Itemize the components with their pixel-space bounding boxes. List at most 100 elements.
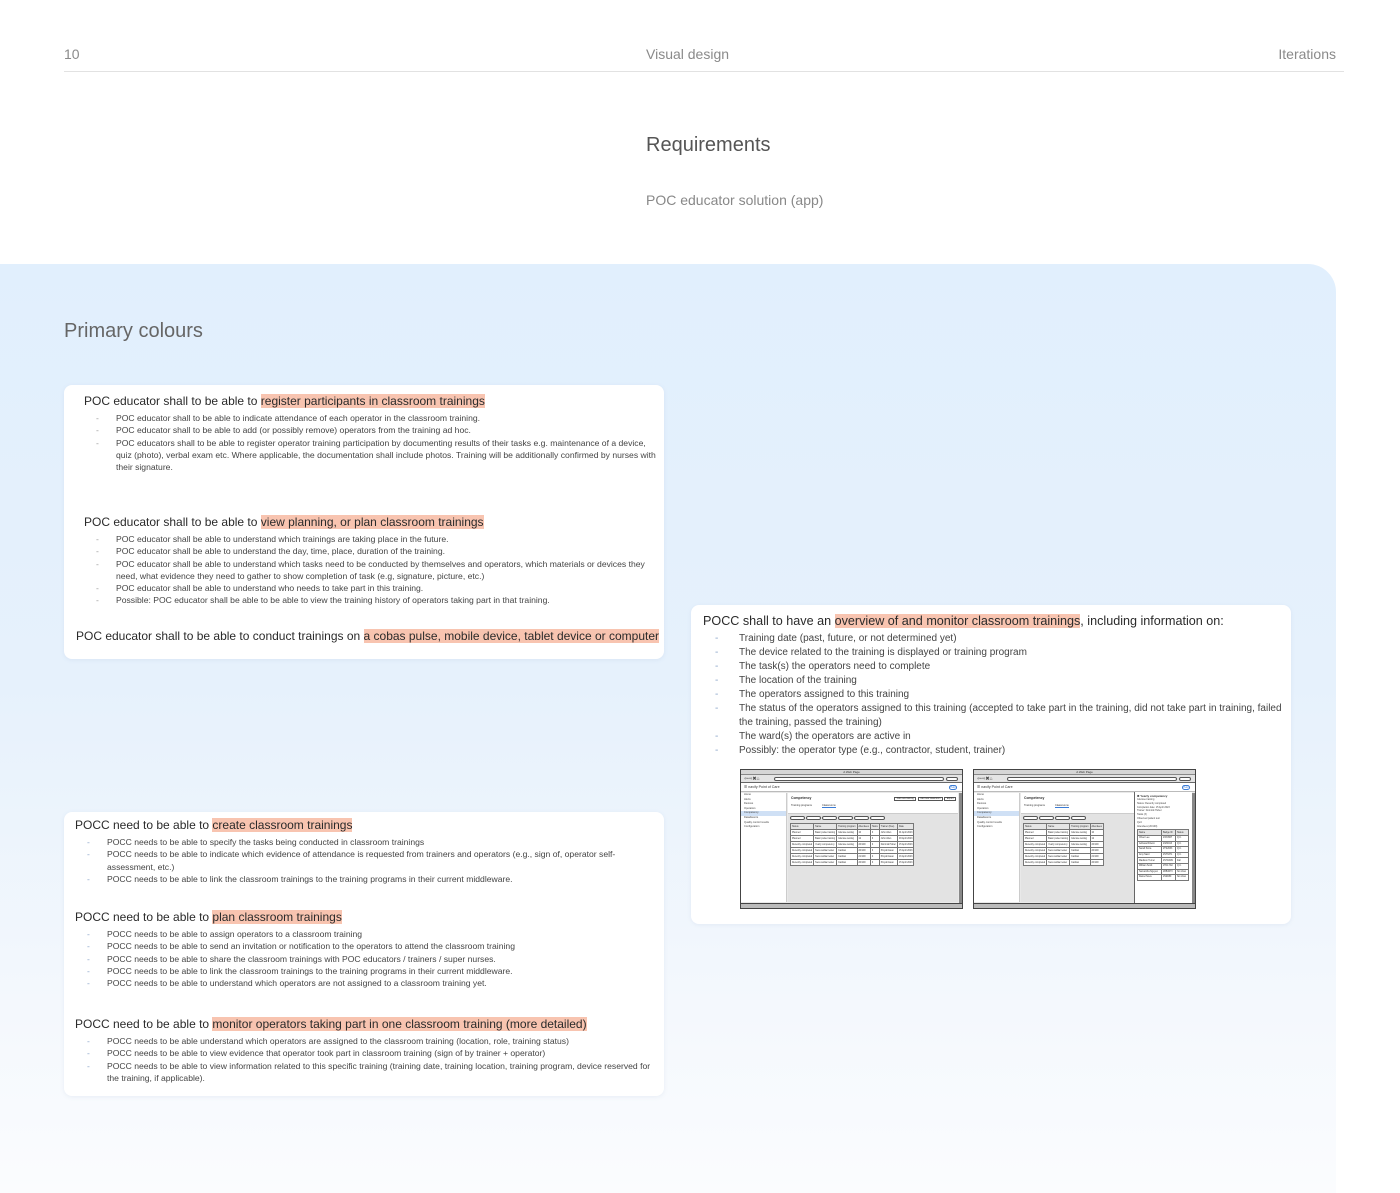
list-item: POCC needs to be able to view informatio… <box>75 1060 660 1085</box>
list-item: POCC needs to be able to assign operator… <box>75 928 660 941</box>
requirement-section: POC educator shall to be able to conduct… <box>76 628 661 645</box>
scrollbar <box>959 793 962 903</box>
wf-tabs: Training programs Classrooms <box>791 804 846 808</box>
heading-highlight: overview of and monitor classroom traini… <box>834 614 1081 628</box>
status-bar <box>741 903 962 908</box>
section-label: Visual design <box>646 46 730 62</box>
list-item: POC educator shall be able to understand… <box>84 558 659 583</box>
requirement-heading: POCC need to be able to create classroom… <box>75 817 660 834</box>
list-item: POCC needs to be able to indicate which … <box>75 848 660 873</box>
heading-highlight: create classroom trainings <box>212 818 353 832</box>
requirement-heading: POC educator shall to be able to view pl… <box>84 514 659 531</box>
requirement-section: POC educator shall to be able to view pl… <box>84 514 659 607</box>
status-bar <box>974 903 1195 908</box>
list-item: POCC needs to be able to send an invitat… <box>75 940 660 953</box>
chapter-label: Iterations <box>1278 46 1336 62</box>
table-row: Daniel Nova 2S9D89 No show <box>1137 874 1190 881</box>
wf-detail-drawer: ✖ Yearly competency Glucose training Sta… <box>1134 792 1192 903</box>
list-item: POC educator shall be able to understand… <box>84 582 659 595</box>
table-cell: 20/100 <box>856 859 871 866</box>
tab: Training programs <box>791 804 812 807</box>
list-item: The operators assigned to this training <box>703 688 1283 702</box>
requirement-section: POC educator shall to be able to registe… <box>84 393 659 473</box>
wf-content-header: Competency Training programs Classrooms A… <box>788 793 958 814</box>
search-icon <box>1179 777 1191 781</box>
wireframe-competency-list: A Web Page ⇦⇨✖⌂ ☰ navify Point of Care H… <box>740 769 963 909</box>
table-cell: No show <box>1174 874 1190 881</box>
list-item: The location of the training <box>703 674 1283 688</box>
wf-tabs: Training programs Classrooms <box>1024 804 1079 808</box>
panel-title: Primary colours <box>64 320 203 342</box>
table-cell: Recently completed <box>789 859 815 866</box>
requirement-section: POCC shall to have an overview of and mo… <box>703 613 1283 758</box>
browser-navbar: ⇦⇨✖⌂ <box>974 775 1195 783</box>
heading-text: POC educator shall to be able to <box>84 394 261 408</box>
heading-highlight: register participants in classroom train… <box>260 394 485 408</box>
table-cell: Cardiac <box>836 859 858 866</box>
wf-table: Status Name Training program Attendees P… <box>1022 823 1104 866</box>
requirement-list: POCC needs to be able to assign operator… <box>75 928 660 990</box>
heading-highlight: monitor operators taking part in one cla… <box>212 1017 587 1031</box>
table-body: Planned Basic pulse training Glucose testi… <box>789 829 915 866</box>
requirements-title: Requirements <box>646 134 771 156</box>
poc-educator-requirements-card: POC educator shall to be able to registe… <box>64 385 664 659</box>
requirement-section: POCC need to be able to monitor operator… <box>75 1016 660 1084</box>
list-item: POCC needs to be able to link the classr… <box>75 873 660 886</box>
pocc-requirements-card: POCC need to be able to create classroom… <box>64 812 664 1096</box>
app-name: ☰ navify Point of Care <box>977 785 1013 789</box>
list-item: POC educator shall to be able to indicat… <box>84 412 659 425</box>
wf-sidebar: Home Alerts Devices Operators Competency… <box>974 793 1020 902</box>
heading-text: POC educator shall to be able to conduct… <box>76 629 364 643</box>
tab-active: Classrooms <box>821 804 836 808</box>
list-item: POC educators shall to be able to regist… <box>84 437 659 474</box>
table-body: Oliver Lee 23X4567 Q.C. Adriana Ribeiro 23Z4… <box>1137 835 1190 881</box>
table-cell: Recently completed <box>1022 859 1048 866</box>
heading-text: POCC need to be able to <box>75 818 213 832</box>
table-cell: 2S9D89 <box>1161 874 1176 881</box>
wf-button: Export <box>944 797 956 801</box>
help-button: Help <box>1182 784 1190 790</box>
wf-page-title: Competency <box>791 796 812 800</box>
tab-active: Classrooms <box>1054 804 1069 808</box>
drawer-line: Attendees (20/100) <box>1137 824 1158 828</box>
wf-content: Competency Training programs Classrooms A… <box>788 793 958 902</box>
requirement-list: POCC needs to be able to specify the tas… <box>75 836 660 885</box>
requirement-section: POCC need to be able to plan classroom t… <box>75 909 660 990</box>
browser-nav-icons: ⇦⇨✖⌂ <box>744 776 760 782</box>
heading-text: POCC need to be able to <box>75 910 213 924</box>
wf-button: Add new training <box>894 797 917 801</box>
heading-suffix: , including information on: <box>1080 614 1224 628</box>
drawer-table: Name Badge ID Status Oliver Lee 23X4567 Q.… <box>1137 829 1190 881</box>
heading-highlight: view planning, or plan classroom trainin… <box>260 515 484 529</box>
table-body: Planned Basic pulse training Glucose testi… <box>1022 829 1104 866</box>
requirement-section: POCC need to be able to create classroom… <box>75 817 660 885</box>
requirement-heading: POC educator shall to be able to conduct… <box>76 628 661 645</box>
requirements-subtitle: POC educator solution (app) <box>646 192 824 208</box>
list-item: Training date (past, future, or not dete… <box>703 632 1283 646</box>
requirement-list: POCC needs to be able understand which o… <box>75 1035 660 1084</box>
list-item: POCC needs to be able to specify the tas… <box>75 836 660 849</box>
list-item: The status of the operators assigned to … <box>703 702 1283 730</box>
requirement-list: Training date (past, future, or not dete… <box>703 632 1283 758</box>
list-item: POC educator shall be able to understand… <box>84 533 659 546</box>
list-item: POCC needs to be able to link the classr… <box>75 965 660 978</box>
list-item: POC educator shall be able to understand… <box>84 545 659 558</box>
scrollbar <box>1192 793 1195 903</box>
requirement-heading: POCC need to be able to monitor operator… <box>75 1016 660 1033</box>
list-item: POCC needs to be able to view evidence t… <box>75 1047 660 1060</box>
table-row: Recently completed New cardiac tester Card… <box>789 859 915 866</box>
browser-nav-icons: ⇦⇨✖⌂ <box>977 776 993 782</box>
table-cell: Cardiac <box>1069 859 1091 866</box>
list-item: POC educator shall to be able to add (or… <box>84 424 659 437</box>
app-name: ☰ navify Point of Care <box>744 785 780 789</box>
list-item: POCC needs to be able to understand whic… <box>75 977 660 990</box>
wf-button: Add new classroom <box>917 797 943 801</box>
wf-sidebar: Home Alerts Devices Operators Competency… <box>741 793 787 902</box>
requirement-list: POC educator shall be able to understand… <box>84 533 659 607</box>
table-cell: 20/100 <box>1089 859 1104 866</box>
requirement-heading: POCC need to be able to plan classroom t… <box>75 909 660 926</box>
list-item: The ward(s) the operators are active in <box>703 730 1283 744</box>
table-cell: Daniel Nova <box>1137 874 1162 881</box>
table-row: Recently completed New cardiac tester Card… <box>1022 859 1104 866</box>
requirement-heading: POCC shall to have an overview of and mo… <box>703 613 1283 630</box>
